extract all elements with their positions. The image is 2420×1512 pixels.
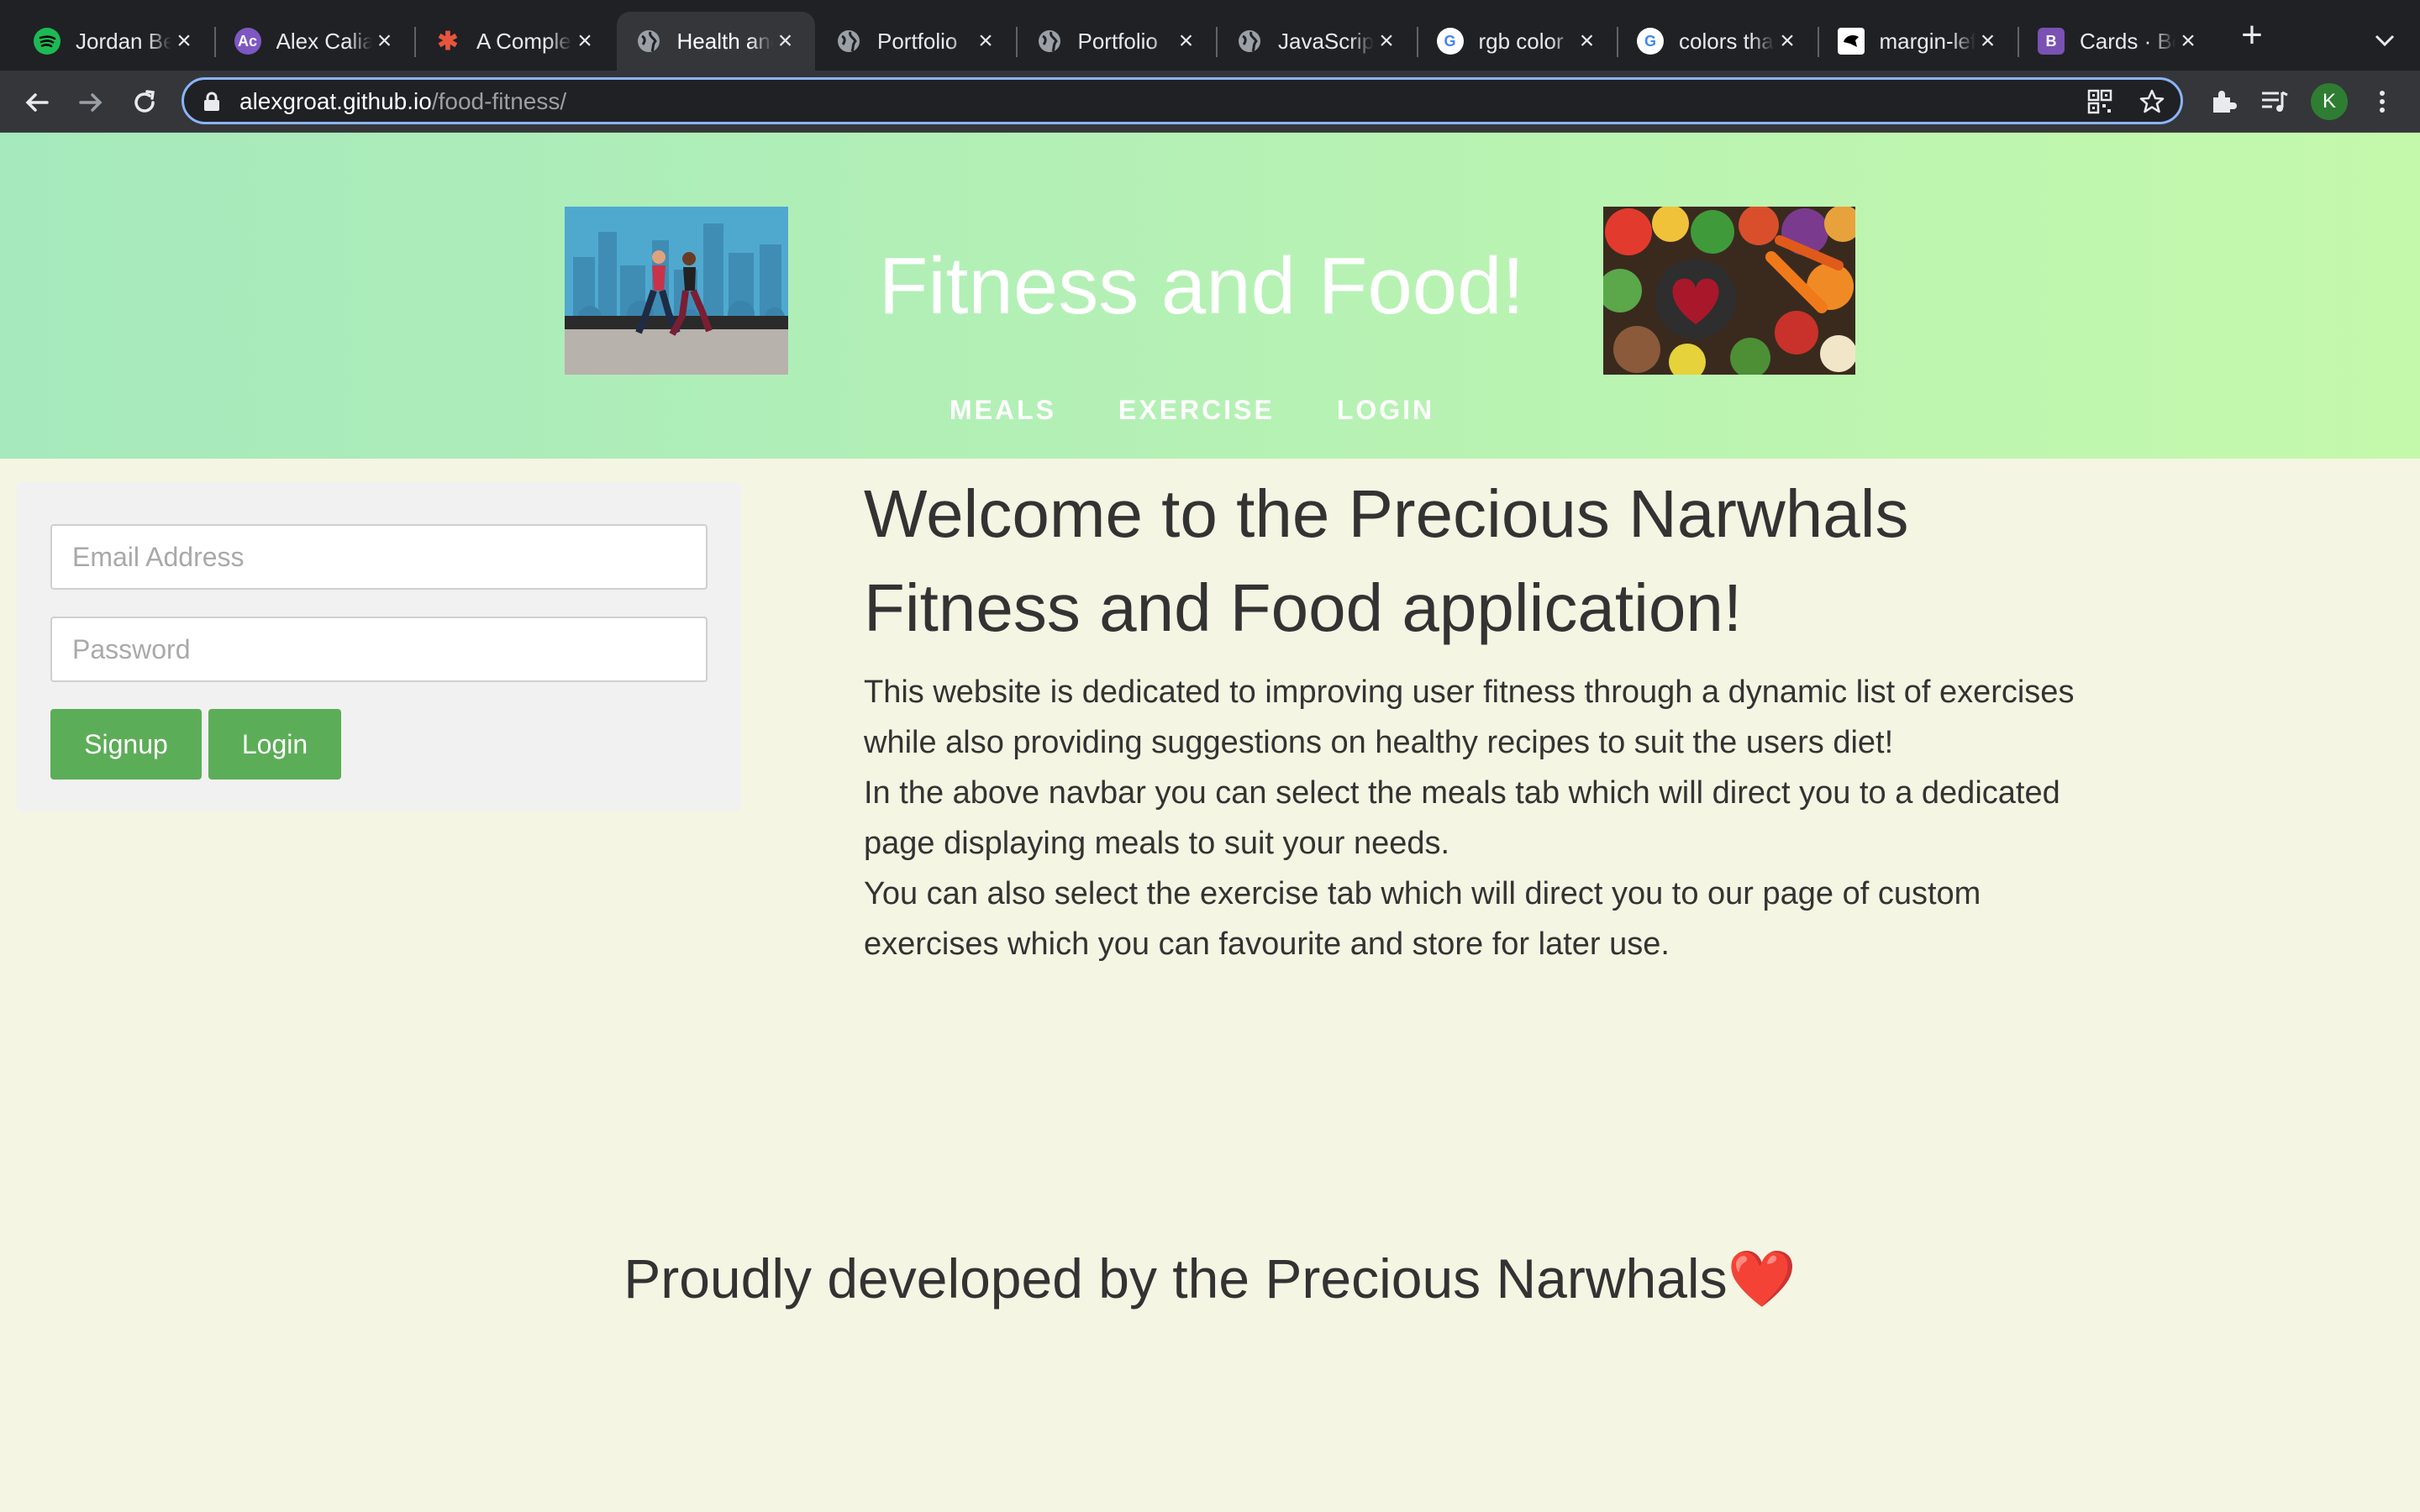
mdn-icon [1837, 28, 1865, 55]
new-tab-button[interactable]: + [2235, 17, 2269, 54]
browser-tab-title: colors that [1679, 28, 1775, 54]
browser-tab-title: Cards · Bo [2080, 28, 2175, 54]
signup-button[interactable]: Signup [50, 709, 202, 780]
nav-login-link[interactable]: LOGIN [1337, 395, 1434, 426]
spotify-icon [34, 28, 60, 55]
back-icon[interactable] [18, 84, 55, 121]
close-tab-icon[interactable]: × [773, 29, 798, 54]
close-tab-icon[interactable]: × [372, 29, 397, 54]
site-title: Fitness and Food! [878, 241, 1525, 331]
browser-tab[interactable]: margin-left × [1819, 12, 2018, 71]
browser-tab[interactable]: ✱ A Complete× [416, 12, 614, 71]
login-form: Signup Login [17, 482, 741, 811]
close-tab-icon[interactable]: × [973, 29, 998, 54]
extensions-icon[interactable] [2207, 86, 2238, 118]
globe-icon [1236, 28, 1263, 55]
browser-tab-title: Alex Calia [276, 28, 372, 54]
browser-tab-title: rgb color [1478, 28, 1564, 54]
address-bar[interactable]: alexgroat.github.io/food-fitness/ [182, 77, 2183, 124]
bookmark-star-icon[interactable] [2139, 88, 2165, 115]
google-icon: G [1637, 28, 1664, 55]
close-tab-icon[interactable]: × [1775, 29, 1800, 54]
profile-avatar[interactable]: K [2311, 83, 2348, 120]
site-header: Fitness and Food! MEALS EXERCISE LOGIN [0, 133, 2420, 459]
browser-tab-title: Portfolio [877, 28, 958, 54]
tab-search-icon[interactable] [2368, 24, 2402, 57]
qr-code-icon[interactable] [2086, 88, 2113, 115]
close-tab-icon[interactable]: × [1374, 29, 1399, 54]
globe-icon [635, 28, 662, 55]
forward-icon[interactable] [72, 84, 109, 121]
browser-tab-strip: + Jordan Be×AcAlex Calia×✱A Complete×Hea… [0, 0, 2420, 71]
browser-tab-title: Health and [676, 28, 773, 54]
browser-tab[interactable]: Grgb color × [1418, 12, 1617, 71]
close-tab-icon[interactable]: × [171, 29, 197, 54]
nav-exercise-link[interactable]: EXERCISE [1118, 395, 1275, 426]
site-footer: Proudly developed by the Precious Narwha… [0, 1245, 2420, 1312]
google-icon: G [1436, 28, 1464, 55]
reload-icon[interactable] [126, 84, 163, 121]
kebab-menu-icon[interactable] [2366, 86, 2398, 118]
media-controls-icon[interactable] [2259, 86, 2291, 118]
browser-tab[interactable]: Ac Alex Calia × [216, 12, 414, 71]
runners-image [565, 207, 788, 375]
bootstrap-icon: B [2038, 28, 2065, 55]
browser-tab[interactable]: Gcolors that × [1618, 12, 1817, 71]
footer-text: Proudly developed by the Precious Narwha… [623, 1247, 1728, 1310]
password-input[interactable] [50, 617, 708, 682]
close-tab-icon[interactable]: × [1575, 29, 1600, 54]
browser-tab[interactable]: Health and × [616, 12, 815, 71]
close-tab-icon[interactable]: × [1174, 29, 1199, 54]
close-tab-icon[interactable]: × [2175, 29, 2201, 54]
browser-tab[interactable]: Jordan Be × [15, 12, 213, 71]
asterisk-icon: ✱ [437, 27, 459, 55]
vegetables-heart-image [1603, 207, 1855, 375]
welcome-paragraph: In the above navbar you can select the m… [864, 775, 2060, 861]
welcome-description: This website is dedicated to improving u… [864, 667, 2091, 969]
url-text[interactable]: alexgroat.github.io/food-fitness/ [239, 88, 566, 115]
welcome-paragraph: You can also select the exercise tab whi… [864, 876, 1981, 962]
welcome-heading: Welcome to the Precious Narwhals Fitness… [864, 476, 1909, 645]
email-input[interactable] [50, 524, 708, 590]
browser-tab-title: JavaScript [1278, 28, 1374, 54]
main-nav: MEALS EXERCISE LOGIN [950, 395, 1434, 426]
close-tab-icon[interactable]: × [572, 29, 597, 54]
login-button[interactable]: Login [208, 709, 341, 780]
heart-icon: ❤️ [1727, 1247, 1797, 1310]
browser-tab-title: A Complete [476, 28, 572, 54]
nav-meals-link[interactable]: MEALS [950, 395, 1056, 426]
browser-tab-title: margin-left [1879, 28, 1975, 54]
browser-tab[interactable]: Portfolio × [1018, 12, 1216, 71]
browser-toolbar: alexgroat.github.io/food-fitness/ K [0, 71, 2420, 133]
browser-tab[interactable]: B Cards · Bo × [2019, 12, 2217, 71]
user-avatar-icon: Ac [234, 28, 261, 55]
lock-icon[interactable] [203, 92, 221, 112]
globe-icon [835, 28, 862, 55]
globe-icon [1036, 28, 1063, 55]
close-tab-icon[interactable]: × [1975, 29, 2001, 54]
welcome-paragraph: This website is dedicated to improving u… [864, 675, 2075, 760]
browser-tab-title: Portfolio [1077, 28, 1158, 54]
browser-tab[interactable]: Portfolio × [817, 12, 1015, 71]
browser-tab[interactable]: JavaScript × [1218, 12, 1416, 71]
browser-tab-title: Jordan Be [76, 28, 171, 54]
